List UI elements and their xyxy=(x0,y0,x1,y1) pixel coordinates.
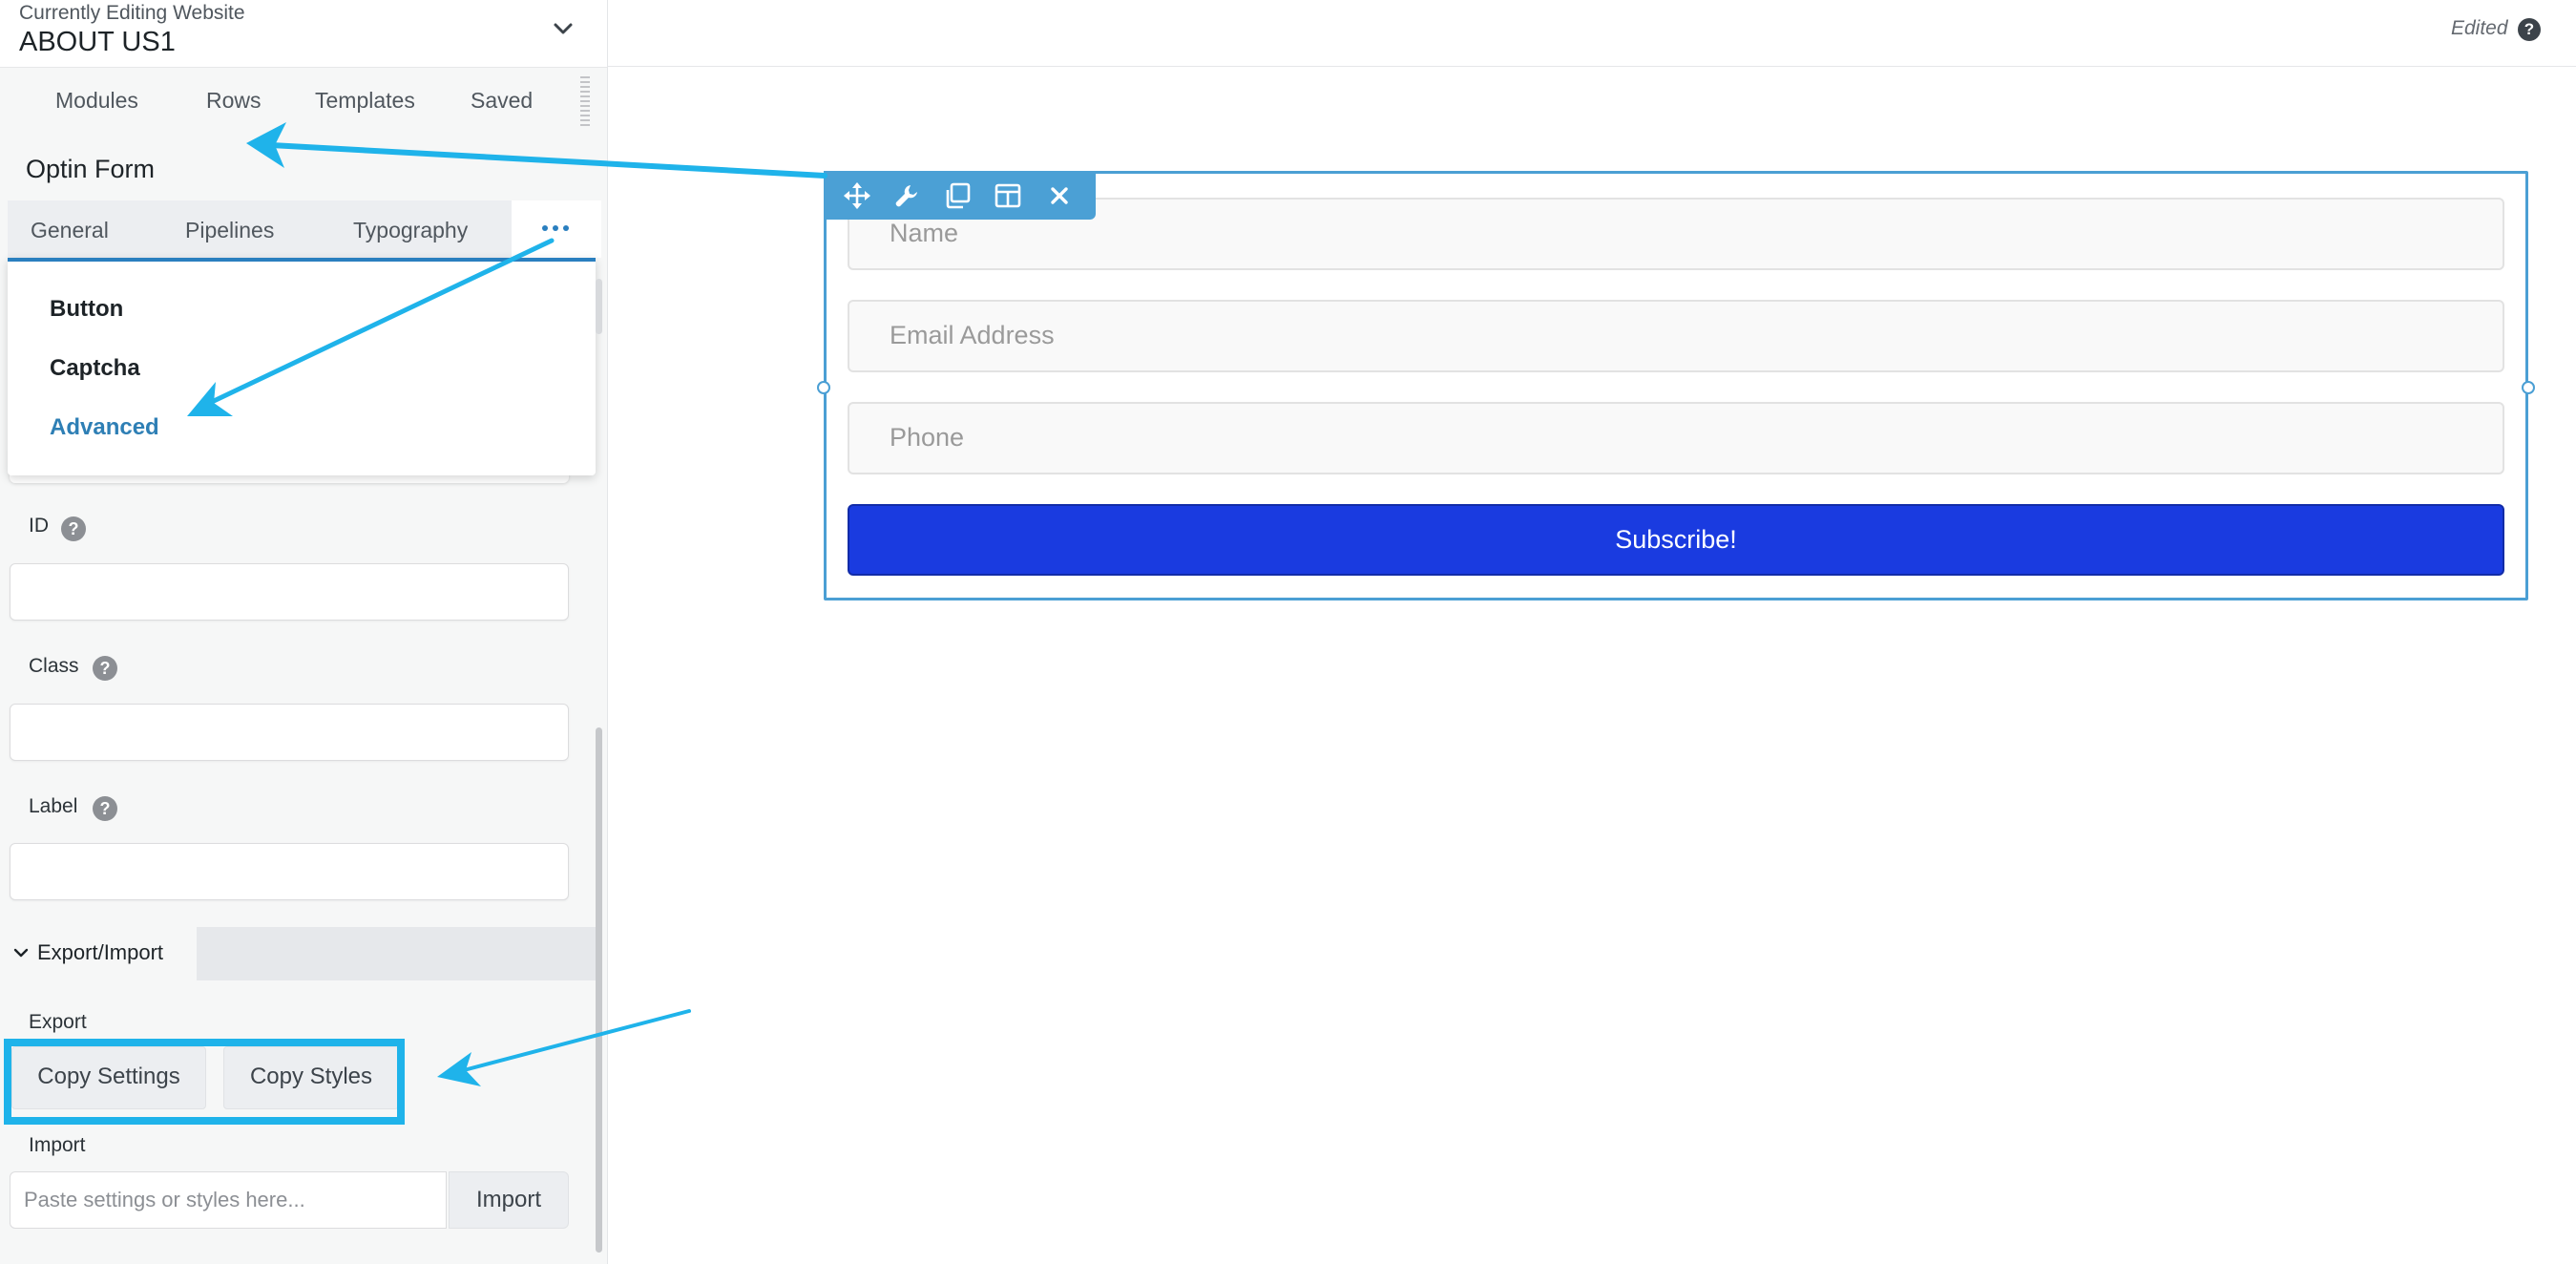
resize-handle-left[interactable] xyxy=(817,381,830,394)
chevron-down-icon[interactable] xyxy=(550,15,576,42)
export-import-section: Export/Import xyxy=(8,927,599,980)
tab-general[interactable]: General xyxy=(31,218,109,243)
class-input[interactable] xyxy=(10,704,569,761)
import-button[interactable]: Import xyxy=(449,1171,569,1229)
ellipsis-icon xyxy=(542,225,569,231)
tab-pipelines[interactable]: Pipelines xyxy=(185,218,274,243)
chevron-down-icon xyxy=(13,948,29,958)
label-label: Label xyxy=(29,795,78,817)
export-import-toggle[interactable]: Export/Import xyxy=(8,927,197,980)
module-title: Optin Form xyxy=(26,155,156,183)
tab-typography[interactable]: Typography xyxy=(353,218,468,243)
id-input[interactable] xyxy=(10,563,569,621)
site-name: ABOUT US1 xyxy=(19,27,176,57)
import-input[interactable] xyxy=(10,1171,447,1229)
annotation-highlight-box xyxy=(4,1039,405,1125)
name-field[interactable]: Name xyxy=(848,198,2504,270)
close-icon[interactable] xyxy=(1045,181,1074,210)
class-label: Class xyxy=(29,655,79,677)
email-field[interactable]: Email Address xyxy=(848,300,2504,372)
import-label: Import xyxy=(29,1134,86,1156)
canvas-top-divider xyxy=(608,66,2576,67)
menu-item-captcha[interactable]: Captcha xyxy=(50,355,140,382)
phone-field[interactable]: Phone xyxy=(848,402,2504,474)
phone-placeholder: Phone xyxy=(890,423,965,452)
module-toolbar xyxy=(824,171,1096,220)
label-input[interactable] xyxy=(10,843,569,900)
edited-status: Edited xyxy=(2451,17,2508,39)
wrench-icon[interactable] xyxy=(892,181,921,210)
site-header[interactable]: Currently Editing Website ABOUT US1 xyxy=(0,0,607,68)
help-icon[interactable]: ? xyxy=(93,796,117,821)
id-label: ID xyxy=(29,515,49,537)
columns-icon[interactable] xyxy=(994,181,1022,210)
tab-saved[interactable]: Saved xyxy=(471,88,533,114)
more-tabs-dropdown: Button Captcha Advanced xyxy=(8,258,596,475)
help-icon[interactable]: ? xyxy=(93,656,117,681)
menu-item-button[interactable]: Button xyxy=(50,296,123,323)
subscribe-button[interactable]: Subscribe! xyxy=(848,504,2504,576)
email-placeholder: Email Address xyxy=(890,321,1055,349)
move-icon[interactable] xyxy=(843,181,871,210)
section-title: Export/Import xyxy=(37,940,164,964)
name-placeholder: Name xyxy=(890,219,959,247)
tab-more[interactable] xyxy=(512,200,601,258)
duplicate-icon[interactable] xyxy=(943,181,972,210)
site-kicker: Currently Editing Website xyxy=(19,2,245,24)
tab-modules[interactable]: Modules xyxy=(55,88,138,114)
help-icon[interactable]: ? xyxy=(61,516,86,541)
main-tabs: Modules Rows Templates Saved xyxy=(0,74,607,132)
resize-handle-right[interactable] xyxy=(2522,381,2535,394)
builder-sidebar: Currently Editing Website ABOUT US1 Modu… xyxy=(0,0,608,1264)
tab-rows[interactable]: Rows xyxy=(206,88,262,114)
menu-item-advanced[interactable]: Advanced xyxy=(50,414,159,441)
drag-grip-icon[interactable] xyxy=(580,76,590,126)
export-label: Export xyxy=(29,1011,87,1033)
dropdown-scrollbar[interactable] xyxy=(596,279,602,334)
settings-tabs: General Pipelines Typography xyxy=(8,200,601,258)
tab-templates[interactable]: Templates xyxy=(315,88,415,114)
sidebar-scrollbar[interactable] xyxy=(596,727,602,1253)
help-icon[interactable]: ? xyxy=(2518,18,2541,41)
